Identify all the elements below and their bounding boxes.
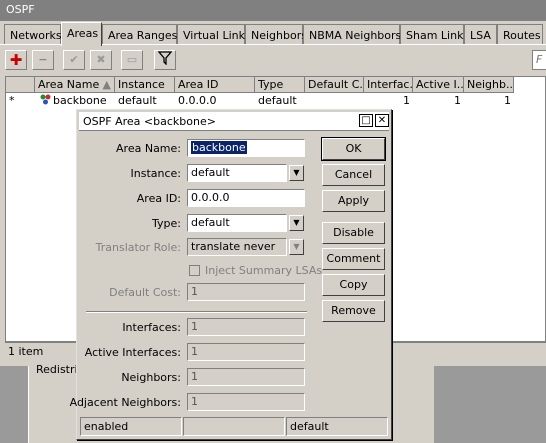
neighbors-value: 1 — [187, 368, 305, 386]
instance-label: Instance: — [130, 167, 182, 180]
area-id-label: Area ID: — [136, 192, 181, 205]
translator-role-label: Translator Role: — [95, 241, 181, 254]
table-header-active-interfaces[interactable]: Active I... — [413, 77, 464, 93]
cell-area-name: backbone — [53, 94, 107, 107]
row-marker: * — [9, 94, 15, 107]
enable-icon[interactable]: ✔ — [63, 50, 85, 70]
cell-instance: default — [118, 94, 157, 107]
tab-routes[interactable]: Routes — [497, 24, 543, 45]
table-header-marker — [6, 77, 35, 93]
adjacent-neighbors-label: Adjacent Neighbors: — [69, 396, 181, 409]
tab-virtual-links[interactable]: Virtual Links — [177, 24, 251, 45]
disable-button[interactable]: Disable — [322, 222, 385, 244]
inject-summary-label: Inject Summary LSAs — [205, 264, 323, 277]
ok-button[interactable]: OK — [321, 137, 386, 161]
area-name-value: backbone — [191, 141, 247, 154]
tab-area-ranges[interactable]: Area Ranges — [102, 24, 177, 45]
dialog-title: OSPF Area <backbone> — [79, 112, 389, 131]
tab-areas[interactable]: Areas — [61, 22, 102, 46]
sort-icon: ▲ — [102, 78, 111, 91]
copy-button[interactable]: Copy — [322, 274, 385, 296]
apply-button[interactable]: Apply — [322, 190, 385, 212]
interfaces-label: Interfaces: — [122, 321, 181, 334]
inject-summary-checkbox[interactable] — [189, 265, 200, 276]
area-icon — [40, 94, 51, 105]
dialog-title-text: OSPF Area <backbone> — [83, 115, 216, 128]
disable-icon[interactable]: ✖ — [90, 50, 112, 70]
cancel-button[interactable]: Cancel — [322, 164, 385, 186]
dialog-status-default: default — [286, 417, 388, 436]
table-header-neighbors[interactable]: Neighb... — [464, 77, 514, 93]
close-icon[interactable]: ✕ — [375, 114, 389, 127]
type-select[interactable]: default — [187, 214, 287, 232]
cell-default-cost — [305, 93, 364, 108]
table-header-interfaces[interactable]: Interfac... — [364, 77, 413, 93]
table-header-default-cost[interactable]: Default C... — [305, 77, 364, 93]
translator-role-select[interactable]: translate never — [187, 238, 287, 256]
add-icon[interactable]: ✚ — [5, 50, 27, 70]
type-label: Type: — [152, 217, 181, 230]
area-name-label: Area Name: — [116, 142, 181, 155]
tab-nbma-neighbors[interactable]: NBMA Neighbors — [303, 24, 401, 45]
dialog-separator — [86, 311, 307, 313]
cell-active-interfaces: 1 — [454, 94, 461, 107]
tab-bar: Networks Areas Area Ranges Virtual Links… — [0, 22, 546, 46]
active-interfaces-label: Active Interfaces: — [84, 346, 181, 359]
table-header-area-name[interactable]: Area Name ▲ — [35, 77, 115, 93]
table-header-area-id[interactable]: Area ID — [175, 77, 255, 93]
adjacent-neighbors-value: 1 — [187, 393, 305, 411]
remove-icon[interactable]: − — [32, 50, 54, 70]
comment-button[interactable]: Comment — [322, 248, 385, 270]
default-cost-label: Default Cost: — [109, 286, 181, 299]
maximize-icon[interactable]: □ — [359, 114, 373, 127]
window-title: OSPF — [0, 0, 546, 21]
find-input[interactable]: F — [532, 50, 546, 70]
dialog-status-enabled: enabled — [80, 417, 182, 436]
table-row[interactable]: backbone — [37, 93, 115, 108]
instance-dropdown-icon[interactable]: ▼ — [289, 165, 304, 181]
table-header-instance[interactable]: Instance — [115, 77, 175, 93]
tab-networks[interactable]: Networks — [4, 24, 62, 45]
default-cost-input[interactable]: 1 — [187, 283, 305, 301]
area-name-input[interactable]: backbone — [187, 139, 305, 157]
type-dropdown-icon[interactable]: ▼ — [289, 215, 304, 231]
cell-area-id: 0.0.0.0 — [178, 94, 217, 107]
interfaces-value: 1 — [187, 318, 305, 336]
cell-type: default — [258, 94, 297, 107]
remove-button[interactable]: Remove — [322, 300, 385, 322]
cell-neighbors: 1 — [504, 94, 511, 107]
tab-lsa[interactable]: LSA — [464, 24, 497, 45]
translator-role-dropdown-icon[interactable]: ▼ — [289, 239, 304, 255]
filter-icon[interactable] — [154, 50, 176, 70]
table-header-type[interactable]: Type — [255, 77, 305, 93]
active-interfaces-value: 1 — [187, 343, 305, 361]
cell-interfaces: 1 — [403, 94, 410, 107]
ospf-area-dialog: OSPF Area <backbone> □ ✕ Area Name: back… — [70, 109, 392, 440]
instance-select[interactable]: default — [187, 164, 287, 182]
dialog-status-middle — [183, 417, 285, 436]
area-id-input[interactable]: 0.0.0.0 — [187, 189, 305, 207]
tab-sham-links[interactable]: Sham Links — [400, 24, 469, 45]
tab-neighbors[interactable]: Neighbors — [245, 24, 307, 45]
comment-icon[interactable]: ▭ — [121, 50, 143, 70]
neighbors-label: Neighbors: — [121, 371, 181, 384]
